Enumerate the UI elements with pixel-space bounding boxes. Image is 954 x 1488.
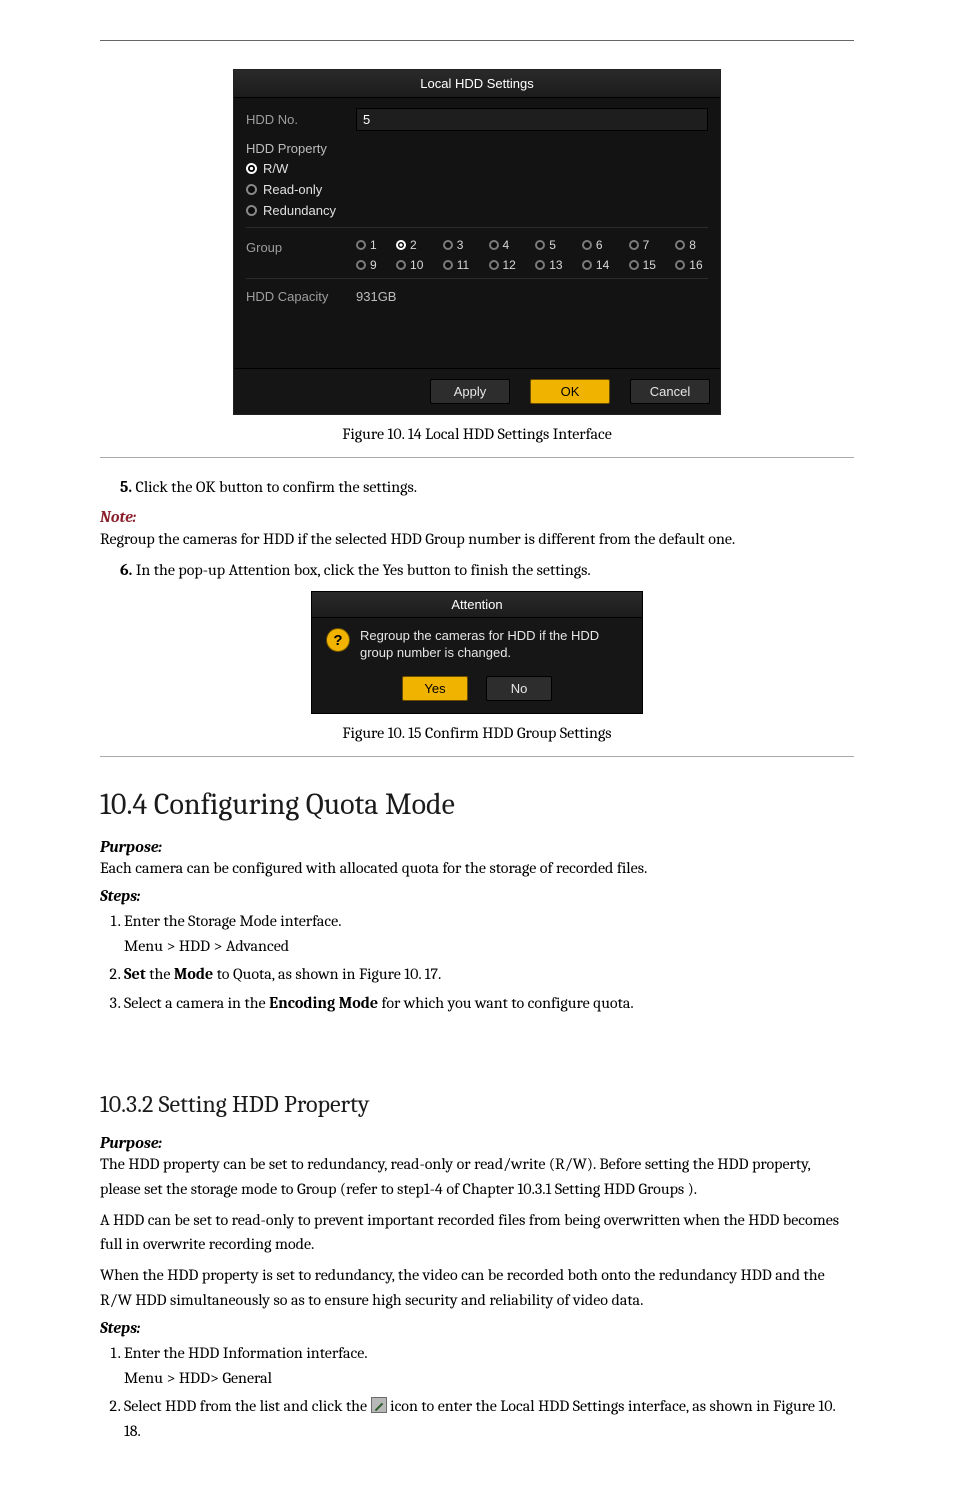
radio-dot-icon [675,260,685,270]
steps-label-2: Steps: [100,1319,854,1337]
purpose-label: Purpose: [100,838,854,856]
group-radio-label: 7 [643,238,650,252]
step-5-text: Click the OK button to confirm the setti… [136,478,418,496]
note-label: Note: [100,508,854,526]
group-radio-13[interactable]: 13 [535,258,568,272]
radio-dot-icon [535,260,545,270]
group-radio-16[interactable]: 16 [675,258,708,272]
hdd-capacity-value: 931GB [356,289,396,304]
radio-dot-icon [246,163,257,174]
group-radio-12[interactable]: 12 [489,258,522,272]
section-10-3-2-heading: 10.3.2 Setting HDD Property [100,1090,854,1118]
group-radio-label: 2 [410,238,417,252]
group-label: Group [246,238,356,272]
radio-redundancy-label: Redundancy [263,203,336,218]
step-2: Set the Mode to Quota, as shown in Figur… [124,962,854,987]
note-body: Regroup the cameras for HDD if the selec… [100,528,854,550]
radio-dot-icon [629,260,639,270]
radio-dot-icon [675,240,685,250]
paragraph-2: A HDD can be set to read-only to prevent… [100,1208,854,1258]
group-radio-9[interactable]: 9 [356,258,382,272]
radio-dot-icon [489,260,499,270]
hdd-property-section: HDD Property [246,135,708,158]
purpose-text-2: The HDD property can be set to redundanc… [100,1152,854,1202]
purpose-text: Each camera can be configured with alloc… [100,856,854,881]
step-1: Enter the Storage Mode interface. Menu >… [124,909,854,959]
radio-readonly-label: Read-only [263,182,322,197]
step-1b: Enter the HDD Information interface. Men… [124,1341,854,1391]
question-icon: ? [326,628,350,652]
group-radio-2[interactable]: 2 [396,238,429,252]
hdd-capacity-label: HDD Capacity [246,289,356,304]
radio-dot-icon [629,240,639,250]
attention-dialog: Attention ? Regroup the cameras for HDD … [311,591,643,714]
radio-dot-icon [489,240,499,250]
yes-button[interactable]: Yes [402,676,468,701]
group-radio-1[interactable]: 1 [356,238,382,252]
group-radio-3[interactable]: 3 [443,238,475,252]
edit-icon [371,1397,387,1413]
step-3: Select a camera in the Encoding Mode for… [124,991,854,1016]
group-radio-label: 1 [370,238,377,252]
group-radio-label: 11 [457,258,469,272]
radio-rw[interactable]: R/W [246,158,708,179]
paragraph-3: When the HDD property is set to redundan… [100,1263,854,1313]
group-radio-7[interactable]: 7 [629,238,662,252]
group-radio-label: 16 [689,258,702,272]
figure-10-15-caption: Figure 10. 15 Confirm HDD Group Settings [100,720,854,756]
group-radio-5[interactable]: 5 [535,238,568,252]
group-radio-label: 10 [410,258,423,272]
radio-dot-icon [535,240,545,250]
radio-dot-icon [443,240,453,250]
group-radio-label: 3 [457,238,464,252]
group-radio-label: 14 [596,258,609,272]
radio-dot-icon [582,240,592,250]
radio-dot-icon [246,205,257,216]
radio-dot-icon [582,260,592,270]
purpose-label-2: Purpose: [100,1134,854,1152]
apply-button[interactable]: Apply [430,379,510,404]
ok-button[interactable]: OK [530,379,610,404]
local-hdd-settings-dialog: Local HDD Settings HDD No. 5 HDD Propert… [233,69,721,415]
section-10-4-heading: 10.4 Configuring Quota Mode [100,787,854,822]
radio-dot-icon [246,184,257,195]
group-radio-label: 5 [549,238,556,252]
radio-dot-icon [356,240,366,250]
attention-title: Attention [312,592,642,618]
group-radio-10[interactable]: 10 [396,258,429,272]
radio-redundancy[interactable]: Redundancy [246,200,708,221]
group-radio-14[interactable]: 14 [582,258,615,272]
attention-message: Regroup the cameras for HDD if the HDD g… [360,628,628,662]
group-radio-15[interactable]: 15 [629,258,662,272]
step-6-text: In the pop-up Attention box, click the Y… [136,561,591,579]
group-radio-label: 12 [503,258,516,272]
group-radio-8[interactable]: 8 [675,238,708,252]
group-radio-label: 4 [503,238,510,252]
group-radio-label: 13 [549,258,562,272]
dialog-title: Local HDD Settings [234,70,720,98]
hdd-no-label: HDD No. [246,112,356,127]
step-2b: Select HDD from the list and click the i… [124,1394,854,1444]
group-radio-label: 6 [596,238,603,252]
radio-dot-icon [396,240,406,250]
radio-dot-icon [396,260,406,270]
group-radio-label: 15 [643,258,656,272]
no-button[interactable]: No [486,676,552,701]
group-radio-11[interactable]: 11 [443,258,475,272]
steps-label: Steps: [100,887,854,905]
figure-10-14-caption: Figure 10. 14 Local HDD Settings Interfa… [100,421,854,457]
group-radio-label: 8 [689,238,696,252]
group-radio-label: 9 [370,258,377,272]
cancel-button[interactable]: Cancel [630,379,710,404]
radio-dot-icon [356,260,366,270]
hdd-no-select[interactable]: 5 [356,108,708,131]
radio-dot-icon [443,260,453,270]
group-radio-4[interactable]: 4 [489,238,522,252]
group-radio-6[interactable]: 6 [582,238,615,252]
radio-readonly[interactable]: Read-only [246,179,708,200]
radio-rw-label: R/W [263,161,288,176]
